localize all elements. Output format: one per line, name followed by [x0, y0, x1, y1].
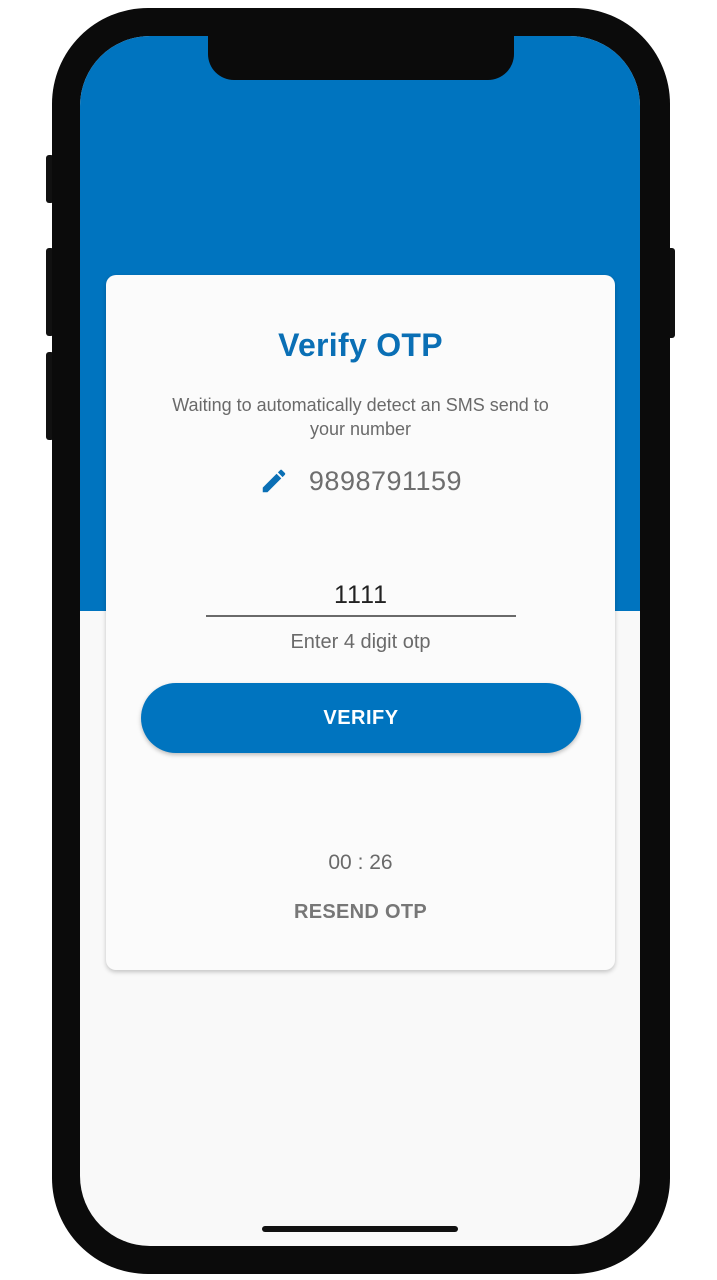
phone-number-row: 9898791159 [106, 461, 615, 501]
phone-number: 9898791159 [308, 465, 463, 496]
countdown-timer: 00 : 26 [328, 851, 393, 874]
otp-input[interactable] [206, 575, 516, 617]
phone-screen: Verify OTP Waiting to automatically dete… [80, 36, 640, 1246]
page-title: Verify OTP [278, 327, 443, 363]
resend-otp-button[interactable]: RESEND OTP [106, 901, 615, 924]
pencil-icon[interactable] [259, 466, 289, 496]
verify-otp-card: Verify OTP Waiting to automatically dete… [106, 275, 615, 970]
verify-button[interactable]: VERIFY [141, 683, 581, 753]
stage: Verify OTP Waiting to automatically dete… [0, 0, 717, 1280]
notch [208, 36, 514, 80]
otp-hint: Enter 4 digit otp [290, 631, 431, 653]
sms-wait-message: Waiting to automatically detect an SMS s… [172, 395, 549, 439]
home-indicator[interactable] [262, 1226, 458, 1232]
